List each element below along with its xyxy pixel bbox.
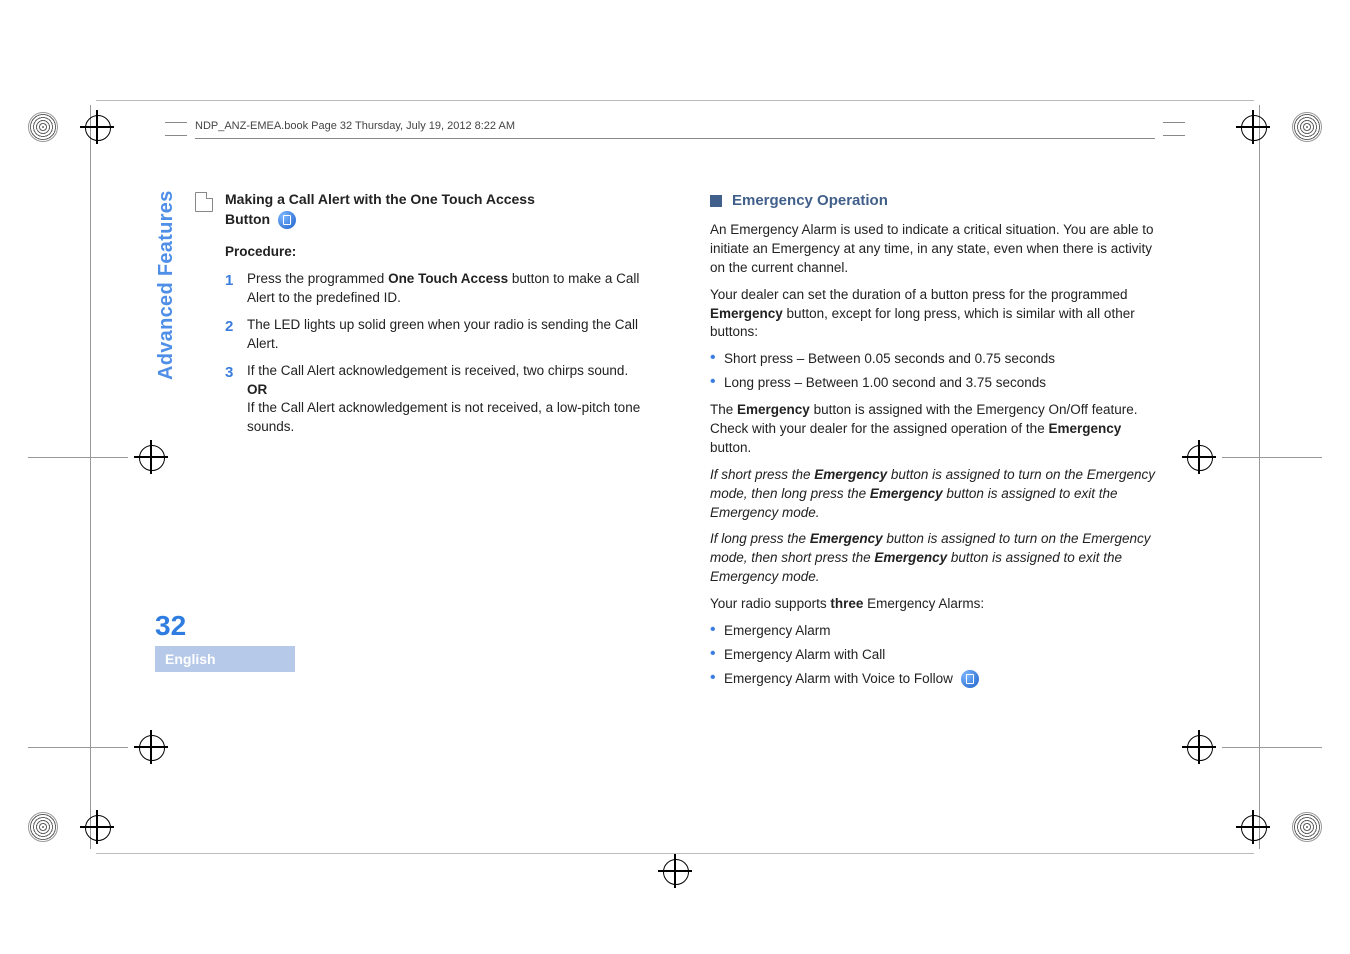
step-1-text-a: Press the programmed xyxy=(247,271,388,286)
reg-mark-br xyxy=(1236,810,1322,844)
binder-mark-right xyxy=(1163,122,1185,136)
step-2-text: The LED lights up solid green when your … xyxy=(247,316,670,354)
reg-mark-bc xyxy=(658,854,692,888)
left-heading-line1: Making a Call Alert with the One Touch A… xyxy=(225,191,535,207)
side-tab-label: Advanced Features xyxy=(155,190,177,380)
reg-mark-ml xyxy=(28,440,168,474)
p3e: button. xyxy=(710,440,751,455)
i1d: Emergency xyxy=(870,486,943,501)
para-2a: Your dealer can set the duration of a bu… xyxy=(710,287,1128,302)
crop-frame-top xyxy=(96,100,1254,101)
page: NDP_ANZ-EMEA.book Page 32 Thursday, July… xyxy=(195,110,1155,834)
alarm-list: Emergency Alarm Emergency Alarm with Cal… xyxy=(710,622,1155,689)
alarm-1: Emergency Alarm xyxy=(710,622,1155,641)
reg-mark-br3 xyxy=(1182,730,1322,764)
step-1-number: 1 xyxy=(225,270,247,308)
i2b: Emergency xyxy=(810,531,883,546)
running-header: NDP_ANZ-EMEA.book Page 32 Thursday, July… xyxy=(195,120,515,132)
para-2b: Emergency xyxy=(710,306,783,321)
i2d: Emergency xyxy=(874,550,947,565)
alarm-2: Emergency Alarm with Call xyxy=(710,646,1155,665)
i1a: If short press the xyxy=(710,467,814,482)
i2a: If long press the xyxy=(710,531,810,546)
step-3: 3 If the Call Alert acknowledgement is r… xyxy=(225,362,670,438)
feature-badge-icon xyxy=(278,211,296,229)
bullet-short-press: Short press – Between 0.05 seconds and 0… xyxy=(710,350,1155,369)
para-4: Your radio supports three Emergency Alar… xyxy=(710,595,1155,614)
right-column: Emergency Operation An Emergency Alarm i… xyxy=(710,190,1155,834)
reg-mark-tr xyxy=(1236,110,1322,144)
reg-mark-mr xyxy=(1182,440,1322,474)
crop-frame-bottom xyxy=(96,853,1254,854)
press-duration-list: Short press – Between 0.05 seconds and 0… xyxy=(710,350,1155,393)
para-2: Your dealer can set the duration of a bu… xyxy=(710,286,1155,343)
procedure-label: Procedure: xyxy=(225,243,670,262)
alarm-3-text: Emergency Alarm with Voice to Follow xyxy=(724,671,953,686)
left-column: Making a Call Alert with the One Touch A… xyxy=(195,190,670,834)
header-rule xyxy=(195,138,1155,139)
document-icon xyxy=(195,192,213,212)
alarm-3: Emergency Alarm with Voice to Follow xyxy=(710,670,1155,689)
bullet-long-press: Long press – Between 1.00 second and 3.7… xyxy=(710,374,1155,393)
step-3-text-a: If the Call Alert acknowledgement is rec… xyxy=(247,363,628,378)
reg-mark-tl xyxy=(28,110,114,144)
p4a: Your radio supports xyxy=(710,596,830,611)
p4c: Emergency Alarms: xyxy=(863,596,984,611)
reg-mark-bl3 xyxy=(28,730,168,764)
step-3-or: OR xyxy=(247,382,267,397)
left-heading-line2: Button xyxy=(225,211,270,227)
step-3-text-b: If the Call Alert acknowledgement is not… xyxy=(247,400,640,434)
step-3-number: 3 xyxy=(225,362,247,438)
step-1: 1 Press the programmed One Touch Access … xyxy=(225,270,670,308)
italic-note-2: If long press the Emergency button is as… xyxy=(710,530,1155,587)
i1b: Emergency xyxy=(814,467,887,482)
para-1: An Emergency Alarm is used to indicate a… xyxy=(710,221,1155,278)
side-tab: Advanced Features xyxy=(155,190,178,380)
section-title: Emergency Operation xyxy=(732,190,888,211)
binder-mark-left xyxy=(165,122,187,136)
section-bullet-icon xyxy=(710,195,722,207)
section-heading: Emergency Operation xyxy=(710,190,1155,211)
step-2-number: 2 xyxy=(225,316,247,354)
para-3: The Emergency button is assigned with th… xyxy=(710,401,1155,458)
p3d: Emergency xyxy=(1048,421,1121,436)
feature-badge-icon-2 xyxy=(961,670,979,688)
step-1-bold: One Touch Access xyxy=(388,271,508,286)
p4b: three xyxy=(830,596,863,611)
p3b: Emergency xyxy=(737,402,810,417)
reg-mark-bl xyxy=(28,810,114,844)
step-2: 2 The LED lights up solid green when you… xyxy=(225,316,670,354)
p3a: The xyxy=(710,402,737,417)
page-number: 32 xyxy=(155,610,186,642)
italic-note-1: If short press the Emergency button is a… xyxy=(710,466,1155,523)
